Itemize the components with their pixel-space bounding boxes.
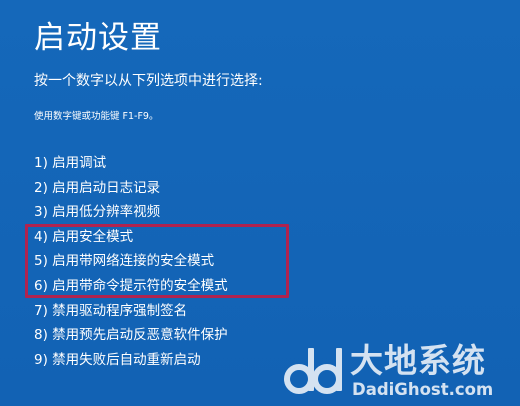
option-enable-debugging[interactable]: 1) 启用调试 bbox=[34, 151, 228, 176]
startup-settings-screen: 启动设置 按一个数字以从下列选项中进行选择: 使用数字键或功能键 F1-F9。 … bbox=[0, 0, 520, 406]
option-disable-driver-signature-enforcement[interactable]: 7) 禁用驱动程序强制签名 bbox=[34, 299, 228, 324]
option-enable-low-resolution-video[interactable]: 3) 启用低分辨率视频 bbox=[34, 200, 228, 225]
option-enable-boot-logging[interactable]: 2) 启用启动日志记录 bbox=[34, 176, 228, 201]
option-disable-early-launch-antimalware[interactable]: 8) 禁用预先启动反恶意软件保护 bbox=[34, 323, 228, 348]
safe-mode-highlight-box bbox=[25, 224, 289, 298]
watermark-brand-cn: 大地系统 bbox=[350, 341, 486, 380]
page-title: 启动设置 bbox=[34, 20, 162, 56]
watermark: 大地系统 DadiGhost.com bbox=[282, 342, 514, 402]
watermark-brand-en: DadiGhost.com bbox=[352, 380, 494, 399]
hint-text: 使用数字键或功能键 F1-F9。 bbox=[34, 111, 159, 122]
dd-logo-icon bbox=[284, 348, 342, 394]
instruction-text: 按一个数字以从下列选项中进行选择: bbox=[34, 73, 263, 89]
option-disable-auto-restart-after-failure[interactable]: 9) 禁用失败后自动重新启动 bbox=[34, 348, 228, 373]
